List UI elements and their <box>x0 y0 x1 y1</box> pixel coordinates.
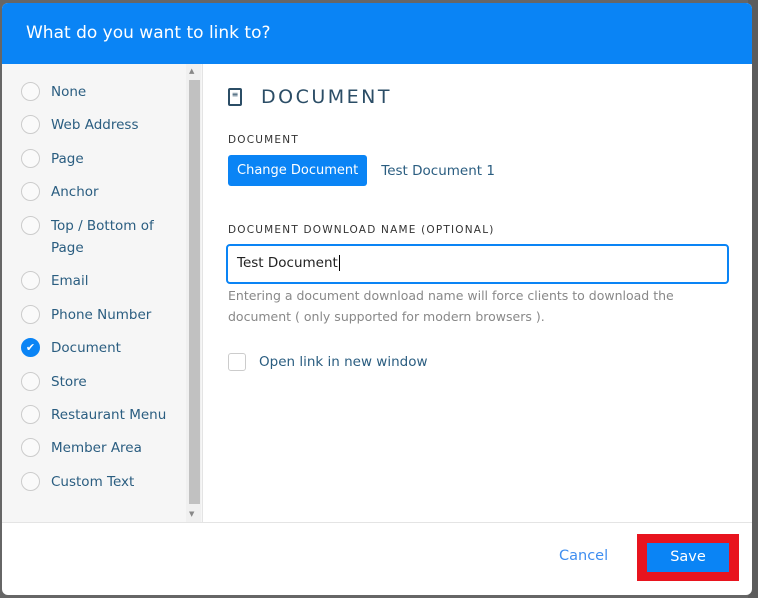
link-type-list: None Web Address Page Anchor Top / Bottom of… <box>2 64 203 522</box>
link-option-label: Email <box>51 273 89 289</box>
link-option-label: Member Area <box>51 440 142 456</box>
dialog-footer: Cancel Save <box>2 522 752 595</box>
link-option-top-bottom-of-page[interactable]: Top / Bottom of Page <box>2 215 182 259</box>
save-highlight: Save <box>637 534 739 581</box>
radio-icon[interactable] <box>21 216 40 235</box>
scroll-down-arrow[interactable]: ▼ <box>189 510 194 518</box>
link-option-page[interactable]: Page <box>2 148 182 170</box>
radio-icon[interactable] <box>21 149 40 168</box>
link-option-label: Web Address <box>51 117 139 133</box>
radio-icon[interactable] <box>21 182 40 201</box>
link-option-member-area[interactable]: Member Area <box>2 437 182 459</box>
scrollbar[interactable]: ▲ ▼ <box>186 64 201 522</box>
cancel-button[interactable]: Cancel <box>559 548 608 564</box>
link-option-store[interactable]: Store <box>2 371 182 393</box>
radio-icon[interactable] <box>21 271 40 290</box>
link-option-none[interactable]: None <box>2 81 182 103</box>
document-icon: ≡ <box>228 88 242 106</box>
link-option-label: Store <box>51 374 87 390</box>
new-window-checkbox[interactable] <box>228 353 246 371</box>
link-option-label: Top / Bottom of Page <box>51 218 154 256</box>
scroll-up-arrow[interactable]: ▲ <box>189 67 194 75</box>
document-panel: ≡ DOCUMENT DOCUMENT Change Document Test … <box>226 64 752 371</box>
link-option-document[interactable]: ✔ Document <box>2 337 182 359</box>
link-option-restaurant-menu[interactable]: Restaurant Menu <box>2 404 182 426</box>
panel-title: DOCUMENT <box>261 86 392 108</box>
change-document-button[interactable]: Change Document <box>228 155 368 186</box>
link-option-custom-text[interactable]: Custom Text <box>2 471 182 493</box>
link-option-label: Anchor <box>51 184 99 200</box>
radio-checked-icon[interactable]: ✔ <box>21 338 40 357</box>
link-option-label: Restaurant Menu <box>51 407 167 423</box>
download-name-label: DOCUMENT DOWNLOAD NAME (OPTIONAL) <box>228 224 495 236</box>
download-help-text: Entering a document download name will f… <box>228 288 674 324</box>
link-option-label: Phone Number <box>51 307 152 323</box>
document-name: Test Document 1 <box>381 162 495 179</box>
scrollbar-thumb[interactable] <box>189 80 200 504</box>
radio-icon[interactable] <box>21 82 40 101</box>
document-label: DOCUMENT <box>228 134 299 146</box>
dialog-header: What do you want to link to? <box>2 3 752 64</box>
radio-icon[interactable] <box>21 305 40 324</box>
link-option-label: Custom Text <box>51 474 135 490</box>
save-button[interactable]: Save <box>647 543 729 572</box>
link-option-label: None <box>51 84 87 100</box>
link-option-label: Document <box>51 340 121 356</box>
link-dialog: What do you want to link to? None Web Add… <box>2 3 752 595</box>
link-option-anchor[interactable]: Anchor <box>2 181 182 203</box>
download-name-input[interactable]: Test Document <box>226 244 729 284</box>
link-option-email[interactable]: Email <box>2 270 182 292</box>
link-option-phone-number[interactable]: Phone Number <box>2 304 182 326</box>
link-option-web-address[interactable]: Web Address <box>2 114 182 136</box>
radio-icon[interactable] <box>21 405 40 424</box>
radio-icon[interactable] <box>21 115 40 134</box>
radio-icon[interactable] <box>21 372 40 391</box>
radio-icon[interactable] <box>21 472 40 491</box>
new-window-label[interactable]: Open link in new window <box>259 354 428 370</box>
link-option-label: Page <box>51 151 84 167</box>
radio-icon[interactable] <box>21 438 40 457</box>
